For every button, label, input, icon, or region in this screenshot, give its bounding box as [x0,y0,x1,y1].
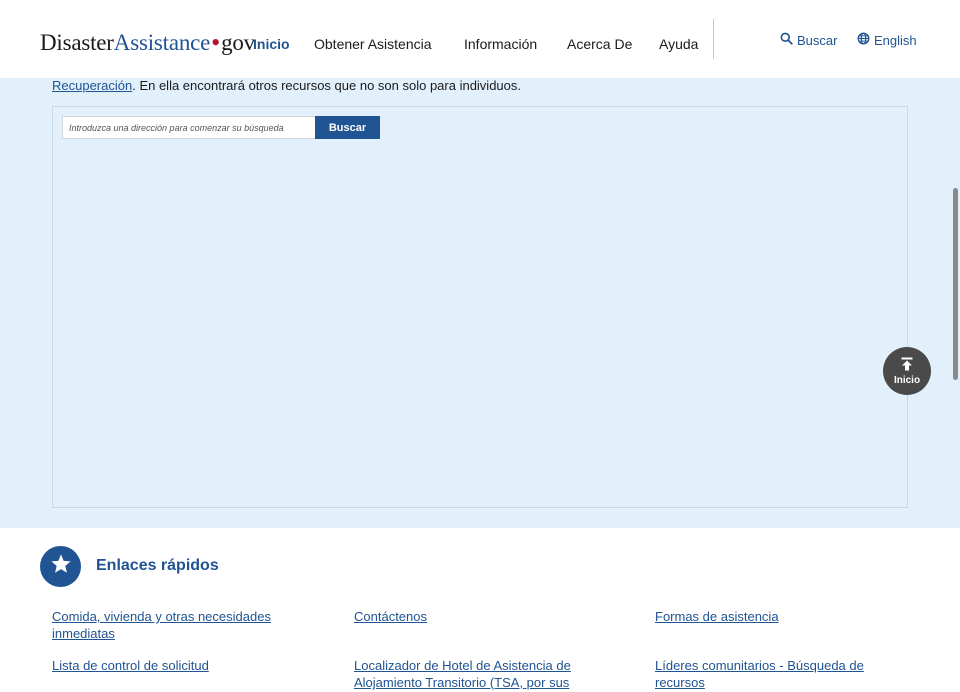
nav-acerca-de[interactable]: Acerca De [567,36,632,52]
logo-dot: • [211,28,221,57]
quick-link-contactenos[interactable]: Contáctenos [354,608,604,625]
intro-text-body: . En ella encontrará otros recursos que … [132,78,521,93]
back-to-top-label: Inicio [893,374,921,386]
language-toggle[interactable]: English [857,32,917,48]
address-search-input[interactable] [62,116,316,139]
quick-link-lideres-comunitarios[interactable]: Líderes comunitarios - Búsqueda de recur… [655,657,895,691]
star-icon [50,553,72,580]
nav-ayuda[interactable]: Ayuda [659,36,698,52]
site-logo[interactable]: DisasterAssistance•gov [40,27,255,57]
quick-links-badge [40,546,81,587]
quick-links-title: Enlaces rápidos [96,557,219,574]
logo-part-disaster: Disaster [40,30,114,55]
search-icon [780,32,793,48]
map-container[interactable]: Buscar [52,106,908,508]
arrow-up-to-line-icon [900,357,914,375]
site-header: DisasterAssistance•gov Inicio Obtener As… [0,0,960,78]
back-to-top-button[interactable]: Inicio [883,347,931,395]
quick-link-comida[interactable]: Comida, vivienda y otras necesidades inm… [52,608,302,642]
quick-link-lista-control[interactable]: Lista de control de solicitud [52,657,302,674]
quick-link-localizador-hotel[interactable]: Localizador de Hotel de Asistencia de Al… [354,657,594,692]
globe-icon [857,32,870,48]
quick-link-formas-asistencia[interactable]: Formas de asistencia [655,608,905,625]
map-section: Recuperación. En ella encontrará otros r… [0,78,960,528]
nav-obtener-asistencia[interactable]: Obtener Asistencia [314,36,432,52]
nav-inicio[interactable]: Inicio [253,36,290,52]
page-scrollbar[interactable] [953,188,958,380]
address-search-button[interactable]: Buscar [315,116,380,139]
logo-part-gov: gov [221,30,255,55]
header-search-link[interactable]: Buscar [780,32,837,48]
language-label: English [874,32,917,48]
logo-part-assistance: Assistance [113,30,211,55]
intro-text: Recuperación. En ella encontrará otros r… [52,78,521,93]
header-search-label: Buscar [797,32,838,48]
nav-informacion[interactable]: Información [464,36,537,52]
nav-divider [713,19,714,59]
recuperacion-link[interactable]: Recuperación [52,78,132,93]
